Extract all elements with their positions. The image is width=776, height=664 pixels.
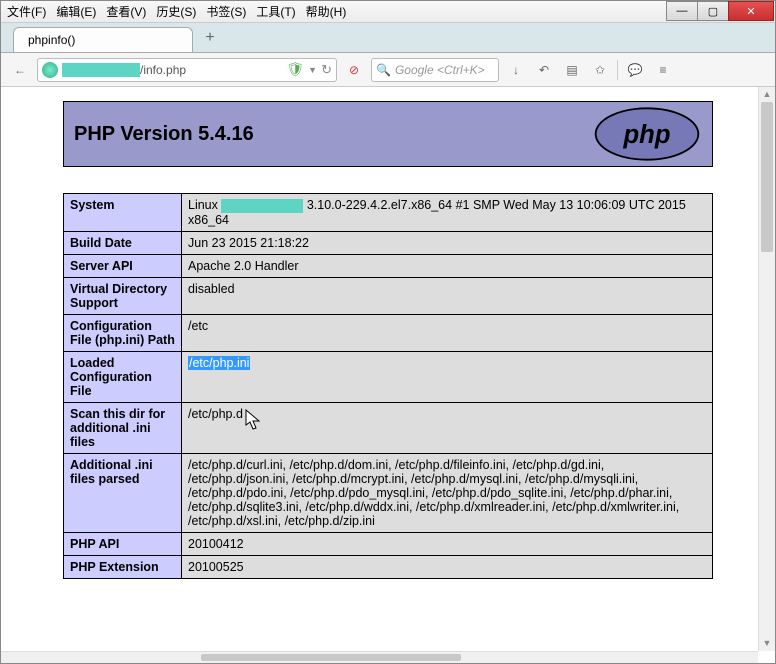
config-key: Build Date [64,231,182,254]
menu-tools[interactable]: 工具(T) [256,3,295,20]
config-key: Scan this dir for additional .ini files [64,402,182,453]
browser-tab[interactable]: phpinfo() [13,27,193,52]
history-back-icon[interactable]: ↶ [533,59,555,81]
bookmark-star-icon[interactable]: ✩ [589,59,611,81]
window-controls: — ▢ ✕ [667,1,774,22]
config-value: Jun 23 2015 21:18:22 [182,231,713,254]
config-value: 20100412 [182,532,713,555]
phpinfo-header: PHP Version 5.4.16 php [63,101,713,167]
config-key: Virtual Directory Support [64,277,182,314]
config-key: Server API [64,254,182,277]
site-identity-icon[interactable] [42,62,58,78]
url-dropdown-icon[interactable]: ▼ [308,65,317,75]
nav-toolbar: ← /info.php 🛡 ▼ ↻ ⊘ 🔍 Google <Ctrl+K> ↓ … [1,53,775,87]
table-row: SystemLinux 3.10.0-229.4.2.el7.x86_64 #1… [64,194,713,232]
table-row: Loaded Configuration File/etc/php.ini [64,351,713,402]
table-row: PHP Extension20100525 [64,555,713,578]
adblock-icon[interactable]: ⊘ [343,59,365,81]
close-button[interactable]: ✕ [728,1,774,21]
config-value: 20100525 [182,555,713,578]
config-key: PHP Extension [64,555,182,578]
table-row: PHP API20100412 [64,532,713,555]
toolbar-separator [617,60,618,80]
table-row: Configuration File (php.ini) Path/etc [64,314,713,351]
address-bar[interactable]: /info.php 🛡 ▼ ↻ [37,58,337,82]
menu-file[interactable]: 文件(F) [7,3,46,20]
search-placeholder: Google <Ctrl+K> [395,63,485,77]
tab-title: phpinfo() [28,33,75,47]
minimize-button[interactable]: — [666,1,698,21]
menu-edit[interactable]: 编辑(E) [56,3,96,20]
back-button[interactable]: ← [9,59,31,81]
url-host-redacted [62,63,140,77]
config-key: Loaded Configuration File [64,351,182,402]
table-row: Additional .ini files parsed/etc/php.d/c… [64,453,713,532]
reload-icon[interactable]: ↻ [321,62,332,78]
menu-history[interactable]: 历史(S) [156,3,196,20]
php-version-title: PHP Version 5.4.16 [74,123,254,146]
config-key: PHP API [64,532,182,555]
menu-bar: 文件(F) 编辑(E) 查看(V) 历史(S) 书签(S) 工具(T) 帮助(H… [1,1,775,23]
selected-text: /etc/php.ini [188,356,250,370]
clipboard-icon[interactable]: ▤ [561,59,583,81]
phpinfo-content: PHP Version 5.4.16 php SystemLinux 3.10.… [1,87,775,579]
url-path: /info.php [140,63,186,77]
table-row: Scan this dir for additional .ini files/… [64,402,713,453]
menu-view[interactable]: 查看(V) [106,3,146,20]
downloads-icon[interactable]: ↓ [505,59,527,81]
vertical-scroll-thumb[interactable] [761,102,773,252]
table-row: Server APIApache 2.0 Handler [64,254,713,277]
hostname-redacted [221,199,303,213]
page-viewport: PHP Version 5.4.16 php SystemLinux 3.10.… [1,87,775,651]
maximize-button[interactable]: ▢ [697,1,729,21]
chat-icon[interactable]: 💬 [624,59,646,81]
new-tab-button[interactable]: + [197,24,223,52]
config-key: Additional .ini files parsed [64,453,182,532]
config-key: System [64,194,182,232]
config-value: disabled [182,277,713,314]
horizontal-scroll-thumb[interactable] [201,654,461,661]
shield-icon[interactable]: 🛡 [286,61,304,78]
config-value: /etc/php.d [182,402,713,453]
search-box[interactable]: 🔍 Google <Ctrl+K> [371,58,499,82]
vertical-scrollbar[interactable]: ▲ ▼ [758,87,775,651]
table-row: Build DateJun 23 2015 21:18:22 [64,231,713,254]
menu-bookmarks[interactable]: 书签(S) [206,3,246,20]
hamburger-menu-icon[interactable]: ≡ [652,59,674,81]
horizontal-scrollbar[interactable] [1,651,758,663]
config-value: Apache 2.0 Handler [182,254,713,277]
php-logo-icon: php [592,106,702,162]
menu-help[interactable]: 帮助(H) [306,3,347,20]
config-key: Configuration File (php.ini) Path [64,314,182,351]
scroll-up-arrow-icon[interactable]: ▲ [759,87,775,102]
config-value: /etc/php.d/curl.ini, /etc/php.d/dom.ini,… [182,453,713,532]
table-row: Virtual Directory Supportdisabled [64,277,713,314]
phpinfo-table: SystemLinux 3.10.0-229.4.2.el7.x86_64 #1… [63,193,713,579]
svg-text:php: php [622,121,670,149]
config-value: Linux 3.10.0-229.4.2.el7.x86_64 #1 SMP W… [182,194,713,232]
scroll-down-arrow-icon[interactable]: ▼ [759,636,775,651]
config-value: /etc/php.ini [182,351,713,402]
tab-bar: phpinfo() + [1,23,775,53]
search-icon: 🔍 [376,63,391,77]
config-value: /etc [182,314,713,351]
